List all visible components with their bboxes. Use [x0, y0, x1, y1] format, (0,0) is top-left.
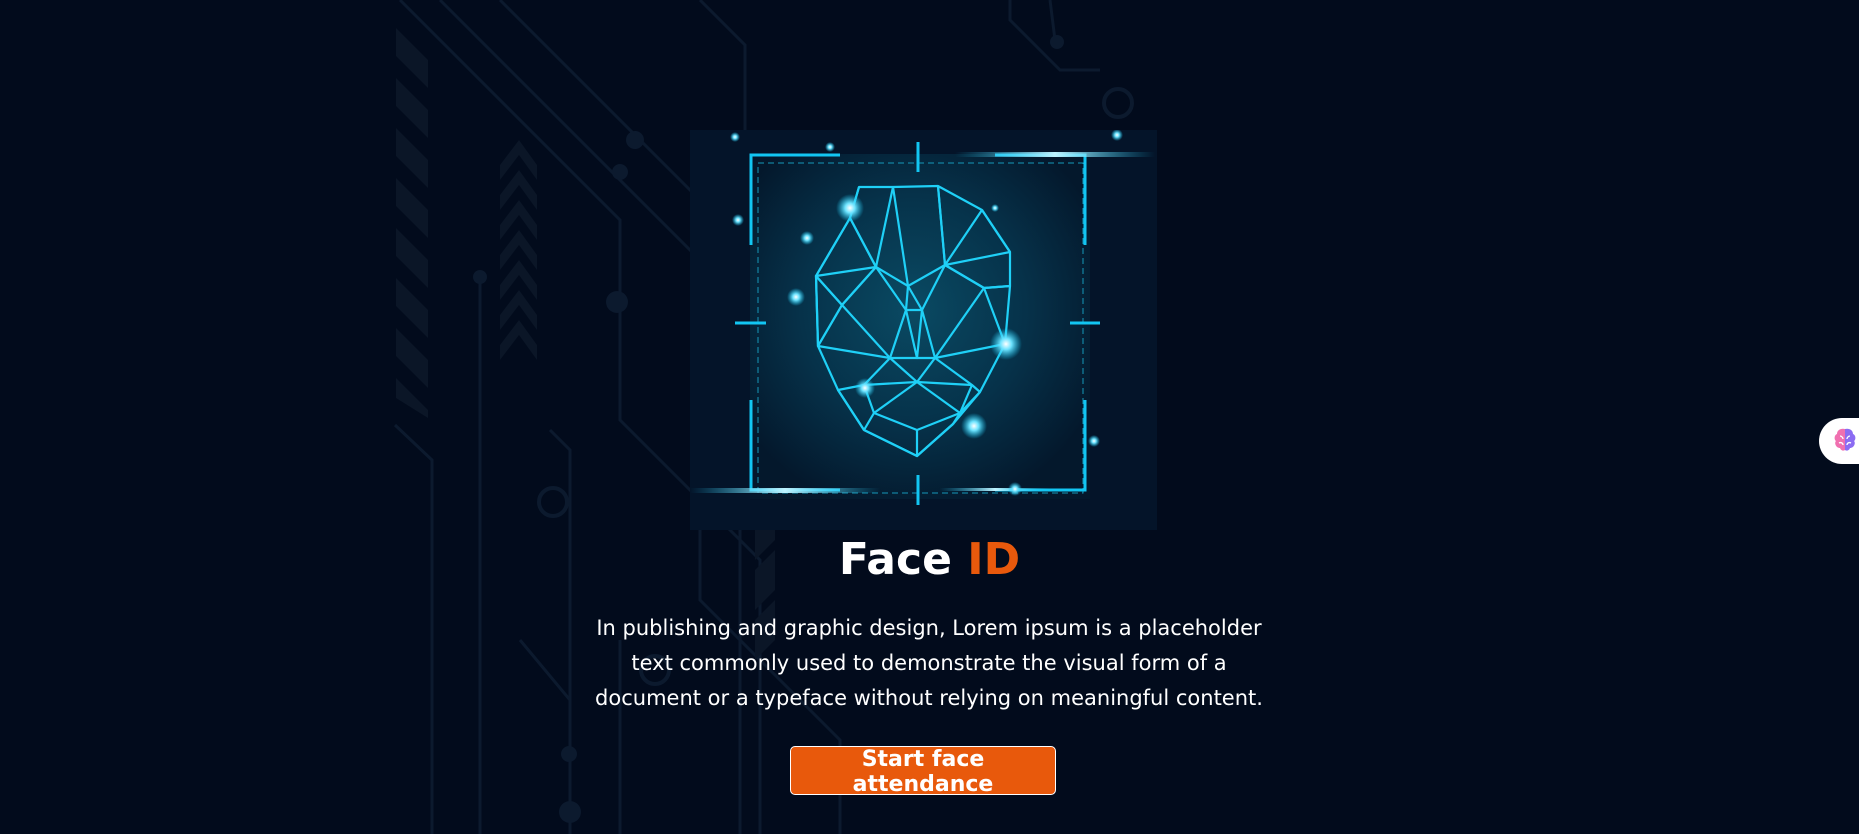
brain-icon [1834, 428, 1856, 451]
face-scan-icon [690, 130, 1157, 530]
face-id-page: Face ID In publishing and graphic design… [0, 0, 1859, 834]
title-main: Face [838, 534, 952, 585]
title-accent: ID [967, 534, 1021, 585]
page-description: In publishing and graphic design, Lorem … [595, 616, 1263, 710]
start-face-attendance-button[interactable]: Start face attendance [790, 746, 1056, 797]
floating-assistant-button[interactable] [1819, 418, 1859, 464]
page-title: Face ID [0, 530, 1859, 590]
